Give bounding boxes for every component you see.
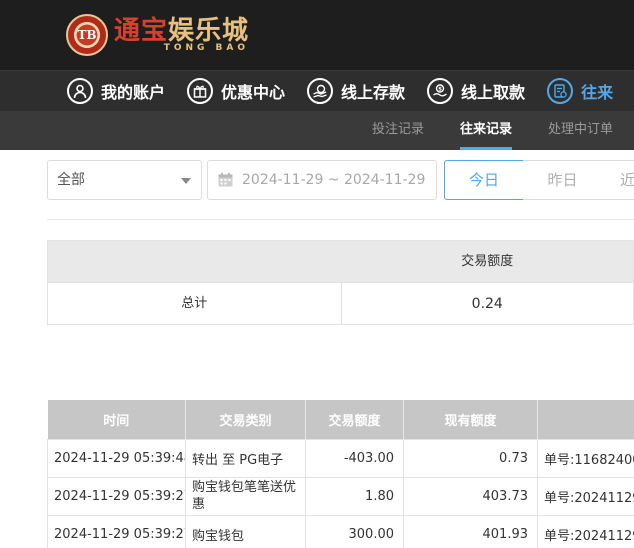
withdraw-icon: $ <box>427 78 454 104</box>
transaction-type-select[interactable]: 全部 <box>47 160 202 200</box>
cell-note: 单号:20241129 <box>537 476 634 516</box>
filter-divider <box>47 219 634 220</box>
column-header-amount: 交易额度 <box>305 400 404 439</box>
cell-category: 转出 至 PG电子 <box>185 438 306 478</box>
logo-name-part1: 通宝 <box>114 16 169 46</box>
column-header-note <box>537 400 634 439</box>
logo-english-name: TONG BAO <box>163 43 250 53</box>
main-nav: 我的账户 优惠中心 线上存款 $ 线上取款 往来 <box>0 70 634 111</box>
logo-badge-icon: TB <box>66 14 108 56</box>
summary-header: 交易额度 <box>47 240 634 282</box>
select-value: 全部 <box>57 172 85 188</box>
cell-category: 购宝钱包笔笔送优惠 <box>185 476 306 516</box>
summary-total-row: 总计 0.24 <box>47 282 634 325</box>
recent-button[interactable]: 近 <box>602 160 634 200</box>
cell-amount: 1.80 <box>305 476 404 516</box>
logo-chinese-name: 通宝娱乐城 <box>114 17 249 45</box>
table-row: 2024-11-29 05:39:27 购宝钱包 300.00 401.93 单… <box>47 514 634 548</box>
nav-item-account[interactable]: 我的账户 <box>67 78 165 104</box>
deposit-icon <box>307 78 334 104</box>
cell-category: 购宝钱包 <box>185 514 306 548</box>
records-icon <box>547 78 574 104</box>
cell-balance: 0.73 <box>403 438 538 478</box>
yesterday-button[interactable]: 昨日 <box>523 160 603 200</box>
today-button[interactable]: 今日 <box>444 160 524 200</box>
summary-total-value: 0.24 <box>471 296 503 312</box>
nav-item-withdraw[interactable]: $ 线上取款 <box>427 78 525 104</box>
column-header-time: 时间 <box>47 400 186 439</box>
summary-table: 交易额度 总计 0.24 <box>47 240 634 325</box>
logo-name-part2: 娱乐城 <box>168 16 250 46</box>
cell-amount: 300.00 <box>305 514 404 548</box>
cell-time: 2024-11-29 05:39:27 <box>47 476 186 516</box>
tab-transaction-records[interactable]: 往来记录 <box>460 111 513 150</box>
table-row: 2024-11-29 05:39:48 转出 至 PG电子 -403.00 0.… <box>47 438 634 478</box>
cell-balance: 403.73 <box>403 476 538 516</box>
nav-item-records[interactable]: 往来 <box>547 78 613 104</box>
nav-item-deposit[interactable]: 线上存款 <box>307 78 405 104</box>
chevron-down-icon <box>181 178 191 184</box>
nav-item-label: 线上取款 <box>461 83 526 102</box>
nav-item-label: 线上存款 <box>341 83 406 102</box>
cell-amount: -403.00 <box>305 438 404 478</box>
calendar-icon <box>218 173 233 187</box>
sub-nav: 投注记录 往来记录 处理中订单 <box>0 111 634 150</box>
user-icon <box>67 78 93 104</box>
site-logo[interactable]: TB 通宝娱乐城 TONG BAO <box>66 13 249 57</box>
nav-item-promotions[interactable]: 优惠中心 <box>187 78 285 104</box>
tab-pending-orders[interactable]: 处理中订单 <box>548 111 613 150</box>
table-row: 2024-11-29 05:39:27 购宝钱包笔笔送优惠 1.80 403.7… <box>47 476 634 516</box>
tab-bet-records[interactable]: 投注记录 <box>372 111 424 150</box>
summary-header-empty <box>48 241 341 282</box>
logo-text: 通宝娱乐城 TONG BAO <box>114 17 249 53</box>
cell-time: 2024-11-29 05:39:48 <box>47 438 186 478</box>
transactions-table: 时间 交易类别 交易额度 现有额度 2024-11-29 05:39:48 转出… <box>47 400 634 548</box>
cell-time: 2024-11-29 05:39:27 <box>47 514 186 548</box>
nav-item-label: 我的账户 <box>101 83 166 102</box>
cell-balance: 401.93 <box>403 514 538 548</box>
summary-total-label: 总计 <box>48 283 342 324</box>
cell-note: 单号:20241129 <box>537 514 634 548</box>
cell-note: 单号:11682400 <box>537 438 634 478</box>
table-header-row: 时间 交易类别 交易额度 现有额度 <box>47 400 634 439</box>
gift-icon <box>187 78 214 104</box>
date-range-value: 2024-11-29 ~ 2024-11-29 <box>242 172 426 188</box>
column-header-category: 交易类别 <box>185 400 306 439</box>
column-header-balance: 现有额度 <box>403 400 538 439</box>
date-range-picker[interactable]: 2024-11-29 ~ 2024-11-29 <box>207 160 437 200</box>
nav-item-label: 往来 <box>581 83 614 102</box>
svg-text:$: $ <box>438 87 442 93</box>
top-header: TB 通宝娱乐城 TONG BAO <box>0 0 634 70</box>
nav-item-label: 优惠中心 <box>221 83 286 102</box>
summary-header-amount: 交易额度 <box>461 254 514 269</box>
